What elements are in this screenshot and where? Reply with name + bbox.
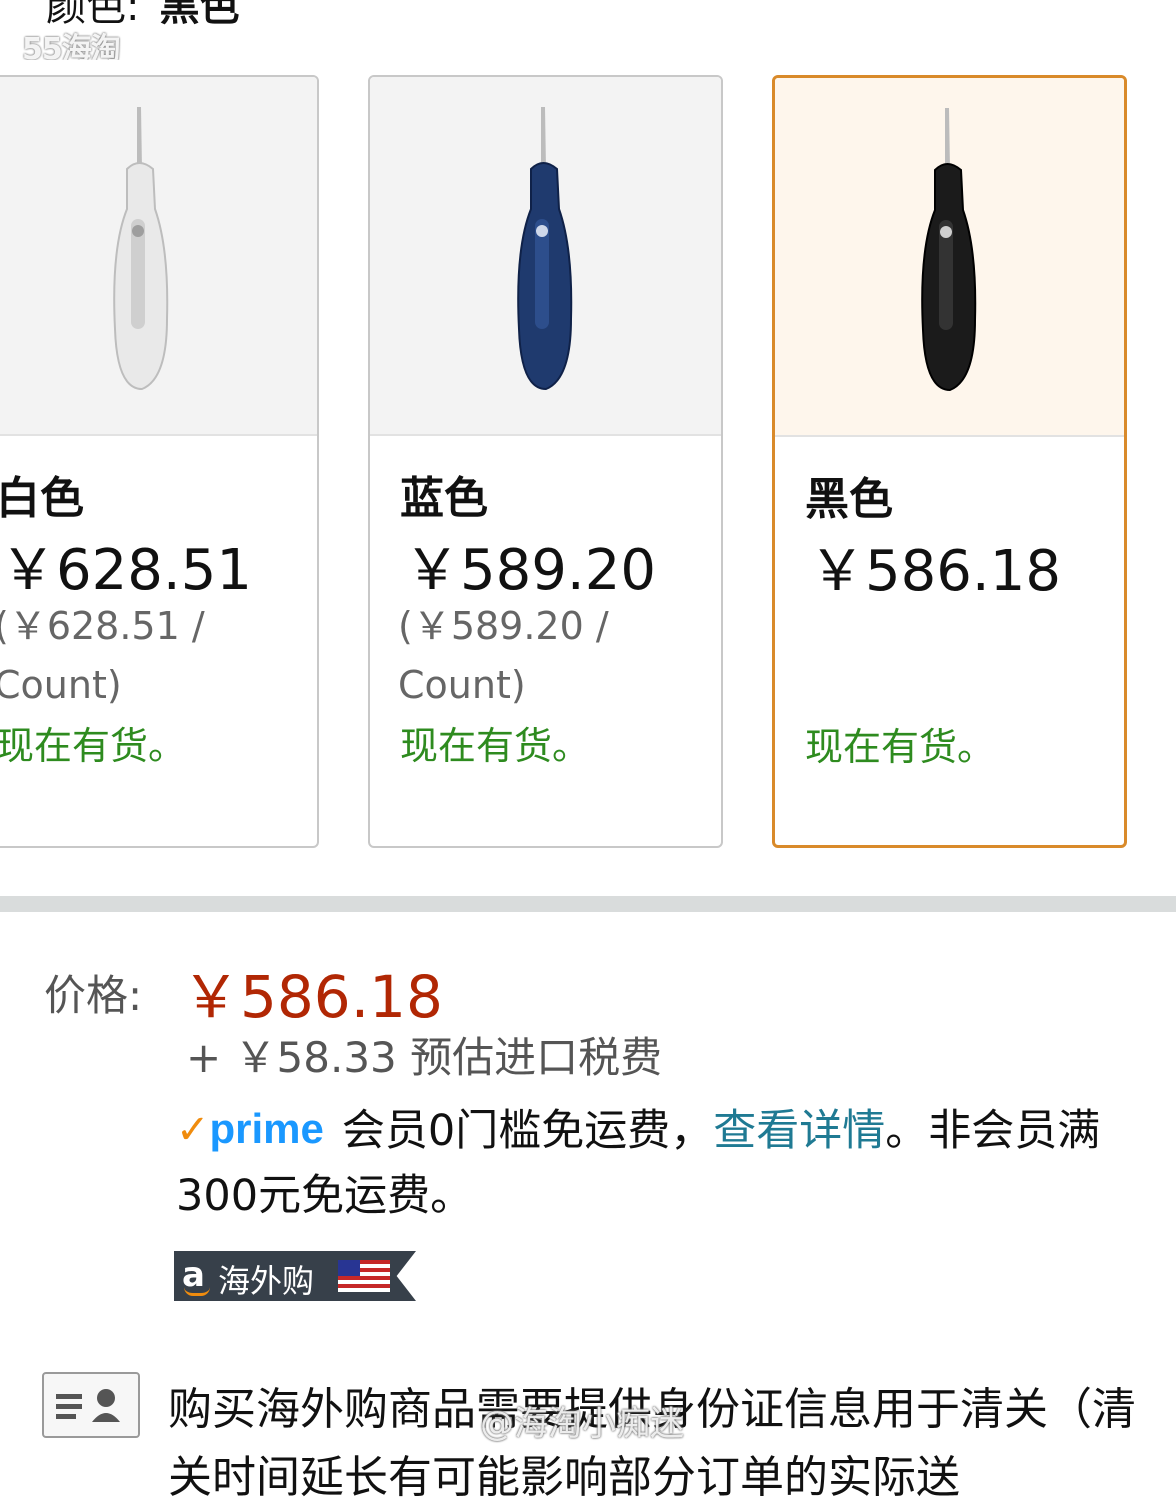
color-swatch-white[interactable]: 白色 ￥628.51 (￥628.51 / Count) 现在有货。 — [0, 75, 319, 848]
swatch-name: 黑色 — [805, 474, 893, 525]
swatch-stock-status: 现在有货。 — [805, 725, 996, 769]
product-image-area — [0, 77, 317, 436]
badge-label: 海外购 — [218, 1262, 315, 1300]
swatch-stock-status: 现在有货。 — [0, 724, 187, 768]
product-image-blue — [516, 107, 572, 391]
prime-shipping-info: ✓prime 会员0门槛免运费，查看详情。非会员满300元免运费。 — [176, 1100, 1136, 1227]
swatch-price: ￥586.18 — [809, 539, 1061, 604]
swatch-name: 蓝色 — [400, 473, 488, 524]
product-image-area — [370, 77, 721, 436]
color-swatch-blue[interactable]: 蓝色 ￥589.20 (￥589.20 / Count) 现在有货。 — [368, 75, 723, 848]
prime-logo-icon: ✓prime — [176, 1105, 324, 1153]
swatch-price: ￥628.51 — [0, 538, 252, 603]
swatch-stock-status: 现在有货。 — [400, 724, 591, 768]
color-swatch-black[interactable]: 黑色 ￥586.18 现在有货。 — [772, 75, 1127, 848]
watermark-top: 55海淘 — [22, 32, 121, 60]
us-flag-icon — [338, 1260, 390, 1292]
product-image-area — [775, 78, 1124, 437]
watermark-bottom: @海淘小痴迷 — [480, 1404, 684, 1444]
price-label: 价格: — [44, 971, 143, 1020]
swatch-price: ￥589.20 — [404, 538, 656, 603]
prime-details-link[interactable]: 查看详情 — [713, 1106, 885, 1156]
section-divider — [0, 896, 1176, 912]
swatch-unit-price: (￥589.20 / Count) — [398, 604, 609, 707]
top-strip: 颜色: 黑色 55海淘 — [0, 0, 1176, 60]
id-card-icon — [42, 1372, 140, 1438]
swatch-name: 白色 — [0, 473, 84, 524]
import-tax-estimate: + ￥58.33 预估进口税费 — [186, 1033, 663, 1082]
main-price: ￥586.18 — [182, 963, 443, 1031]
swatch-unit-price: (￥628.51 / Count) — [0, 604, 205, 707]
product-image-white — [112, 107, 168, 391]
product-image-black — [920, 108, 976, 392]
amazon-global-badge: a 海外购 — [174, 1251, 416, 1301]
prime-text: 会员0门槛免运费， — [341, 1106, 714, 1156]
selected-color-name: 黑色 — [159, 0, 240, 30]
